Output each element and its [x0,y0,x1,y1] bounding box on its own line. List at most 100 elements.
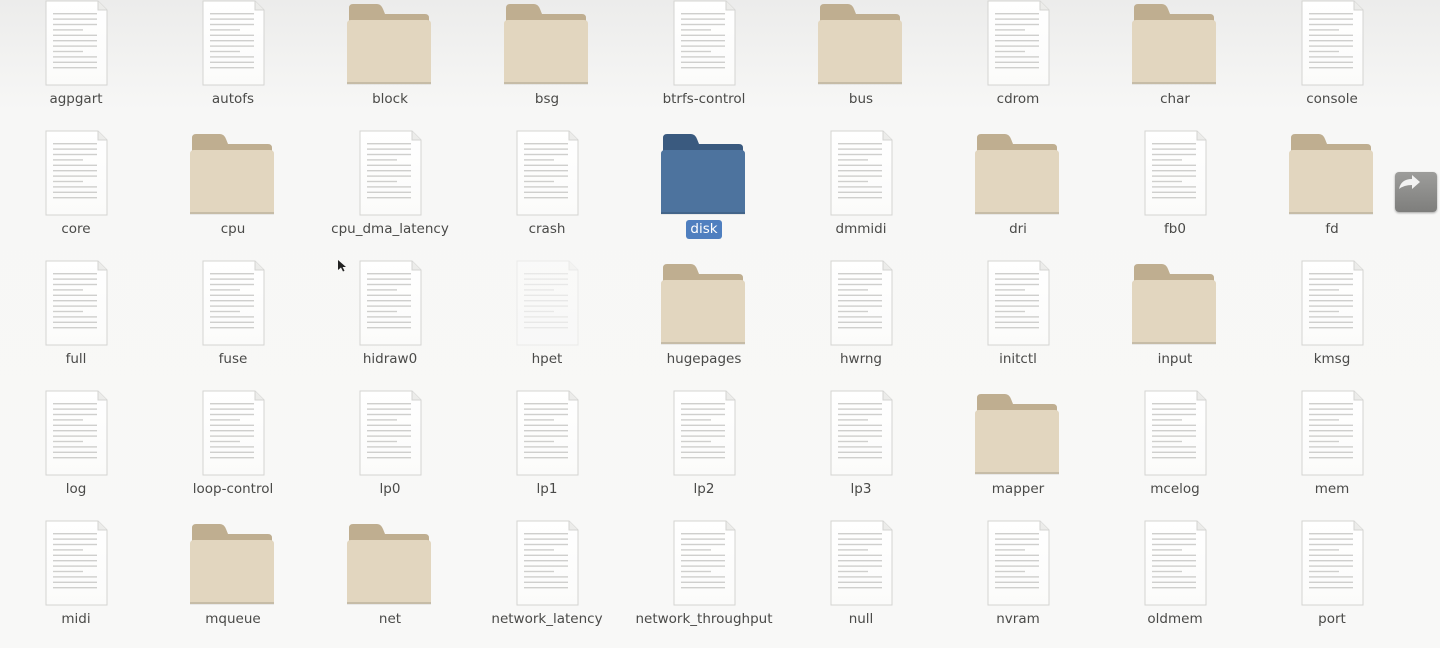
document-icon [1257,520,1407,606]
folder-item-mapper[interactable]: mapper [943,390,1093,516]
file-item-dmmidi[interactable]: dmmidi [786,130,936,256]
item-label: crash [528,220,566,237]
document-icon [786,130,936,216]
file-item-core[interactable]: core [1,130,151,256]
item-label: cdrom [996,90,1040,107]
folder-item-fd[interactable]: fd [1257,130,1437,256]
item-label: lp1 [536,480,558,497]
file-item-network-latency[interactable]: network_latency [472,520,622,646]
file-item-hwrng[interactable]: hwrng [786,260,936,386]
file-item-midi[interactable]: midi [1,520,151,646]
item-label: log [65,480,87,497]
file-item-log[interactable]: log [1,390,151,516]
item-label: loop-control [192,480,274,497]
folder-item-disk[interactable]: disk [629,130,779,256]
file-item-crash[interactable]: crash [472,130,622,256]
document-icon [315,260,465,346]
folder-item-hugepages[interactable]: hugepages [629,260,779,386]
file-item-nvram[interactable]: nvram [943,520,1093,646]
item-label: console [1306,90,1358,107]
document-icon [472,390,622,476]
file-item-autofs[interactable]: autofs [158,0,308,126]
folder-icon [315,0,465,86]
document-icon [943,0,1093,86]
file-item-port[interactable]: port [1257,520,1407,646]
item-label: hidraw0 [362,350,418,367]
folder-icon [786,0,936,86]
item-label: cpu_dma_latency [331,220,449,237]
item-label: lp3 [850,480,872,497]
document-icon [158,390,308,476]
file-item-agpgart[interactable]: agpgart [1,0,151,126]
file-item-lp0[interactable]: lp0 [315,390,465,516]
document-icon [1100,390,1250,476]
document-icon [629,520,779,606]
file-item-initctl[interactable]: initctl [943,260,1093,386]
item-label: block [372,90,408,107]
document-icon [786,520,936,606]
file-item-null[interactable]: null [786,520,936,646]
item-label: network_latency [491,610,603,627]
file-item-kmsg[interactable]: kmsg [1257,260,1407,386]
item-label: agpgart [49,90,103,107]
folder-item-cpu[interactable]: cpu [158,130,308,256]
file-icon-grid: agpgart autofs block bsg btrfs-control b… [0,0,1440,648]
file-item-lp3[interactable]: lp3 [786,390,936,516]
file-item-fb0[interactable]: fb0 [1100,130,1250,256]
item-label: core [61,220,91,237]
file-item-loop-control[interactable]: loop-control [158,390,308,516]
document-icon [158,0,308,86]
document-icon [1,130,151,216]
folder-item-mqueue[interactable]: mqueue [158,520,308,646]
document-icon [1257,0,1407,86]
file-item-mem[interactable]: mem [1257,390,1407,516]
item-label: oldmem [1147,610,1203,627]
file-item-hidraw0[interactable]: hidraw0 [315,260,465,386]
folder-item-block[interactable]: block [315,0,465,126]
item-label: dmmidi [835,220,887,237]
file-item-lp1[interactable]: lp1 [472,390,622,516]
document-icon [629,390,779,476]
document-icon [158,260,308,346]
document-icon [472,130,622,216]
file-item-btrfs-control[interactable]: btrfs-control [629,0,779,126]
folder-item-char[interactable]: char [1100,0,1250,126]
folder-item-bsg[interactable]: bsg [472,0,622,126]
folder-item-bus[interactable]: bus [786,0,936,126]
folder-item-dri[interactable]: dri [943,130,1093,256]
file-item-oldmem[interactable]: oldmem [1100,520,1250,646]
folder-icon [1100,0,1250,86]
document-icon [1257,260,1407,346]
file-item-mcelog[interactable]: mcelog [1100,390,1250,516]
document-icon [943,260,1093,346]
item-label: hugepages [666,350,742,367]
file-item-cpu-dma-latency[interactable]: cpu_dma_latency [315,130,465,256]
document-icon [943,520,1093,606]
file-item-full[interactable]: full [1,260,151,386]
file-item-hpet[interactable]: hpet [472,260,622,386]
item-label: btrfs-control [662,90,746,107]
folder-icon [158,130,308,216]
document-icon [1100,130,1250,216]
file-item-lp2[interactable]: lp2 [629,390,779,516]
document-icon [1,520,151,606]
item-label: hpet [531,350,563,367]
file-item-network-throughput[interactable]: network_throughput [629,520,779,646]
folder-item-input[interactable]: input [1100,260,1250,386]
file-item-cdrom[interactable]: cdrom [943,0,1093,126]
file-item-fuse[interactable]: fuse [158,260,308,386]
folder-icon [1257,130,1437,216]
item-label: full [65,350,87,367]
item-label: bus [848,90,874,107]
document-icon [1100,520,1250,606]
item-label: cpu [220,220,246,237]
document-icon [786,390,936,476]
document-icon [629,0,779,86]
item-label: port [1318,610,1346,627]
document-icon [1,0,151,86]
file-item-console[interactable]: console [1257,0,1407,126]
folder-icon [943,130,1093,216]
folder-item-net[interactable]: net [315,520,465,646]
item-label: lp2 [693,480,715,497]
item-label: dri [1009,220,1027,237]
